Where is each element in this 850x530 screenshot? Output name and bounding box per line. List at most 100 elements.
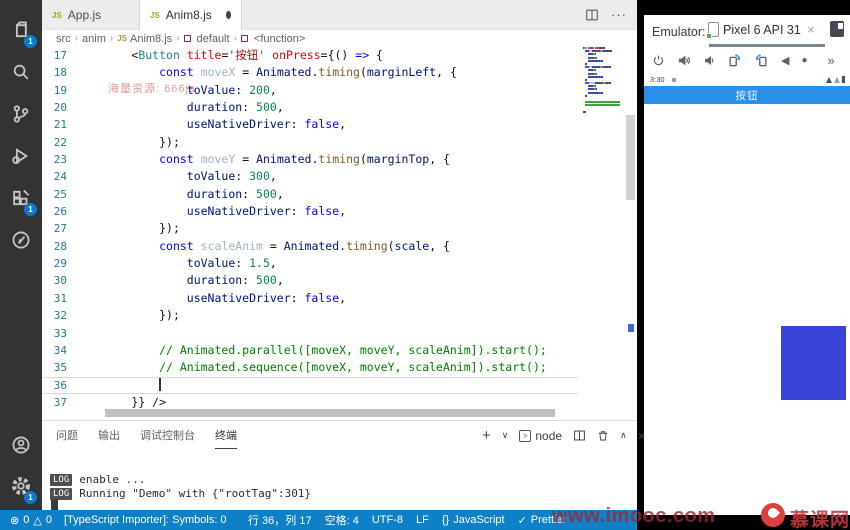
search-icon[interactable] <box>0 52 42 92</box>
code-lines: 17 <Button title='按钮' onPress={() => {18… <box>42 47 578 411</box>
encoding-status[interactable]: UTF-8 <box>372 514 403 526</box>
line-number: 19 <box>42 82 76 99</box>
back-icon[interactable]: ◀ <box>781 54 789 67</box>
line-number: 17 <box>42 47 76 64</box>
code-line[interactable]: 27 }); <box>42 220 578 237</box>
tab-label: Anim8.js <box>166 8 212 22</box>
log-badge: LOG <box>50 474 72 486</box>
modified-dot-icon[interactable] <box>226 11 231 19</box>
breadcrumb-item[interactable]: src <box>56 33 71 45</box>
cursor-position-status[interactable]: 行 36，列 17 <box>248 512 312 528</box>
tab-app-js[interactable]: JS App.js <box>42 0 140 30</box>
extensions-badge: 1 <box>24 203 37 216</box>
breadcrumb-item[interactable]: anim <box>82 33 106 45</box>
settings-badge: 1 <box>24 491 37 504</box>
account-icon[interactable] <box>0 425 42 465</box>
editor-tab-bar: JS App.js JS Anim8.js ··· <box>42 0 637 30</box>
code-line[interactable]: 21 useNativeDriver: false, <box>42 116 578 133</box>
close-emulator-icon[interactable]: × <box>807 22 815 37</box>
warning-icon: △ <box>33 514 41 527</box>
panel-tab-terminal[interactable]: 终端 <box>215 427 237 449</box>
minimap[interactable] <box>578 47 625 407</box>
code-line[interactable]: 17 <Button title='按钮' onPress={() => { <box>42 47 578 64</box>
maximize-panel-icon[interactable]: ∧ <box>620 430 627 441</box>
code-line[interactable]: 29 toValue: 1.5, <box>42 255 578 272</box>
notification-icon <box>672 78 676 82</box>
code-line[interactable]: 33 <box>42 325 578 342</box>
line-number: 22 <box>42 134 76 151</box>
line-number: 35 <box>42 359 76 376</box>
code-line[interactable]: 34 // Animated.parallel([moveX, moveY, s… <box>42 342 578 359</box>
code-line[interactable]: 32 }); <box>42 307 578 324</box>
record-icon[interactable]: ● <box>801 55 807 66</box>
code-line[interactable]: 30 duration: 500, <box>42 272 578 289</box>
device-panel-icon[interactable] <box>830 21 844 37</box>
vertical-scrollbar[interactable] <box>626 115 635 200</box>
code-line[interactable]: 20 duration: 500, <box>42 99 578 116</box>
emulator-device-tab[interactable]: Pixel 6 API 31 × <box>708 22 814 37</box>
play-circle-icon[interactable] <box>0 220 42 260</box>
explorer-icon[interactable]: 1 <box>0 10 42 50</box>
breadcrumb-item[interactable]: Anim8.js <box>130 33 172 45</box>
text-cursor <box>159 378 161 391</box>
new-terminal-icon[interactable]: + <box>482 427 491 444</box>
code-line[interactable]: 22 }); <box>42 134 578 151</box>
chevron-down-icon[interactable]: ∨ <box>502 430 509 441</box>
eol-status[interactable]: LF <box>416 514 429 526</box>
code-line[interactable]: 31 useNativeDriver: false, <box>42 290 578 307</box>
settings-gear-icon[interactable]: 1 <box>0 466 42 506</box>
horizontal-scrollbar[interactable] <box>105 409 555 417</box>
split-editor-icon[interactable] <box>585 8 599 22</box>
kill-terminal-trash-icon[interactable] <box>597 429 609 442</box>
code-line[interactable]: 35 // Animated.sequence([moveX, moveY, s… <box>42 359 578 376</box>
ts-importer-status[interactable]: [TypeScript Importer]: Symbols: 0 <box>64 514 227 526</box>
log-badge: LOG <box>50 488 72 500</box>
code-line[interactable]: 25 duration: 500, <box>42 186 578 203</box>
problems-status[interactable]: ⊗0 △0 <box>10 514 52 527</box>
rotate-left-icon[interactable] <box>727 53 742 67</box>
breadcrumb-item[interactable]: <function> <box>254 33 305 45</box>
panel-tab-debug-console[interactable]: 调试控制台 <box>140 427 195 449</box>
formatter-status[interactable]: ✓ Prettier <box>518 514 567 527</box>
code-watermark: 海量资源: 666ja <box>108 80 196 96</box>
tab-label: App.js <box>68 8 101 22</box>
run-debug-icon[interactable] <box>0 136 42 176</box>
tab-anim8-js[interactable]: JS Anim8.js <box>140 0 242 30</box>
panel-tab-problems[interactable]: 问题 <box>56 427 78 449</box>
js-file-icon: JS <box>52 11 62 20</box>
line-number: 34 <box>42 342 76 359</box>
code-line[interactable]: 23 const moveY = Animated.timing(marginT… <box>42 151 578 168</box>
line-number: 27 <box>42 220 76 237</box>
code-line[interactable]: 24 toValue: 300, <box>42 168 578 185</box>
terminal-log-line: LOG enable ... <box>50 473 146 486</box>
more-actions-icon[interactable]: ··· <box>611 7 627 22</box>
emulator-panel: Emulator: Pixel 6 API 31 × <box>644 15 850 515</box>
terminal-shell-select[interactable]: > node <box>519 429 562 443</box>
tab-underline <box>709 44 825 47</box>
volume-up-icon[interactable] <box>677 54 691 67</box>
app-button[interactable]: 按钮 <box>644 86 850 104</box>
line-number: 28 <box>42 238 76 255</box>
volume-down-icon[interactable] <box>703 54 715 67</box>
clock: 3:30 <box>650 75 665 84</box>
rotate-right-icon[interactable] <box>754 53 769 67</box>
source-control-icon[interactable] <box>0 94 42 134</box>
split-terminal-icon[interactable] <box>573 429 586 442</box>
breadcrumb-item[interactable]: default <box>197 33 230 45</box>
panel-tab-output[interactable]: 输出 <box>98 427 120 449</box>
extensions-icon[interactable]: 1 <box>0 178 42 218</box>
line-number: 25 <box>42 186 76 203</box>
language-status[interactable]: {} JavaScript <box>442 514 505 526</box>
vscode-window: 1 1 1 <box>0 0 637 530</box>
code-editor[interactable]: 海量资源: 666ja 17 <Button title='按钮' onPres… <box>42 47 578 420</box>
power-icon[interactable] <box>652 54 665 67</box>
code-line[interactable]: 26 useNativeDriver: false, <box>42 203 578 220</box>
more-options-icon[interactable]: » <box>828 53 835 68</box>
screenshot-root: 1 1 1 <box>0 0 850 530</box>
line-number: 32 <box>42 307 76 324</box>
code-line[interactable]: 36 <box>42 377 578 394</box>
overview-ruler-mark <box>628 324 634 332</box>
code-line[interactable]: 28 const scaleAnim = Animated.timing(sca… <box>42 238 578 255</box>
indentation-status[interactable]: 空格: 4 <box>325 512 359 528</box>
animated-square <box>781 326 846 400</box>
